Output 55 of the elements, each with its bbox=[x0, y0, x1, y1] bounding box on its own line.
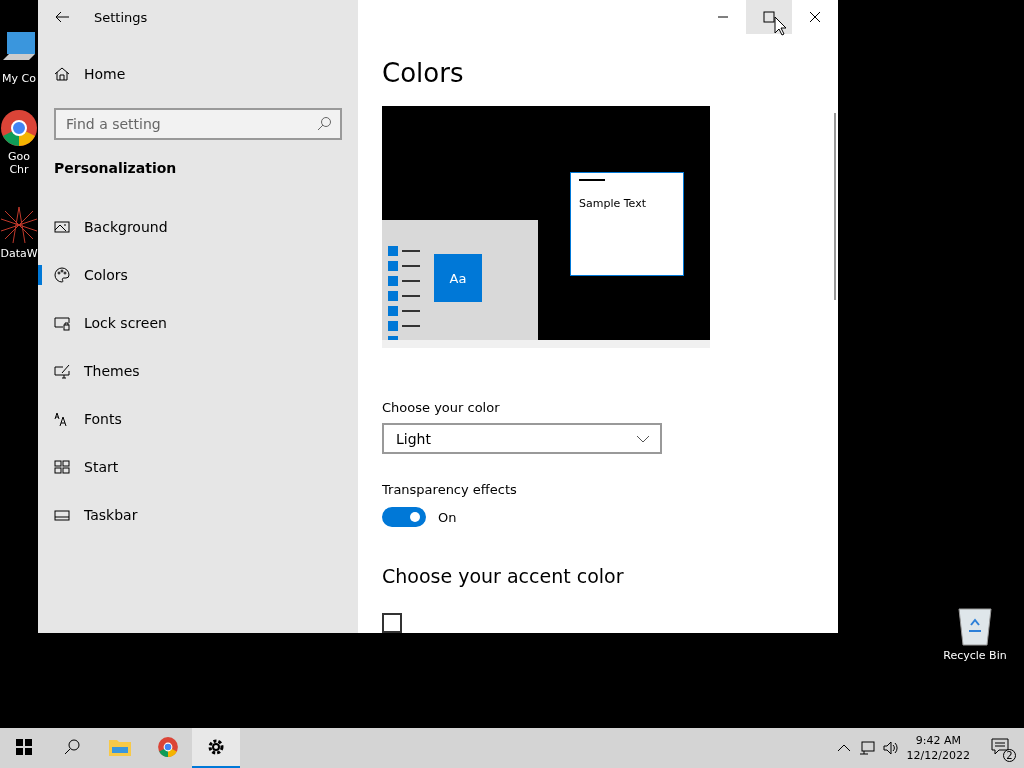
page-title: Colors bbox=[382, 57, 465, 90]
chevron-up-icon[interactable] bbox=[836, 743, 851, 753]
toggle-switch[interactable] bbox=[382, 507, 426, 528]
windows-icon bbox=[16, 739, 32, 755]
taskbar-button[interactable] bbox=[192, 728, 240, 768]
search-icon bbox=[64, 739, 80, 755]
gear-icon bbox=[206, 737, 226, 757]
notification-count: 2 bbox=[1003, 749, 1016, 762]
section-heading: Choose your accent color bbox=[382, 565, 625, 588]
nav-item[interactable]: Fonts bbox=[38, 395, 358, 443]
desktop-icon-label[interactable]: Recycle Bin bbox=[943, 649, 1007, 662]
nav-item[interactable]: Taskbar bbox=[38, 491, 358, 539]
lock-screen-icon bbox=[54, 315, 70, 331]
clock[interactable]: 9:42 AM 12/12/2022 bbox=[906, 733, 970, 763]
picture-frame-icon bbox=[54, 219, 70, 235]
checkbox[interactable] bbox=[382, 613, 402, 633]
taskbar-icon bbox=[54, 507, 70, 523]
nav-item[interactable]: Themes bbox=[38, 347, 358, 395]
tile-label: Aa bbox=[434, 254, 482, 302]
chevron-down-icon bbox=[636, 433, 650, 444]
desktop-icon-label[interactable]: DataW bbox=[0, 247, 38, 260]
cursor-icon bbox=[774, 16, 787, 36]
desktop-icon-label[interactable]: Chr bbox=[9, 163, 29, 176]
back-arrow-icon[interactable] bbox=[54, 9, 70, 25]
sample-text: Sample Text bbox=[579, 197, 646, 210]
nav-item[interactable]: Colors bbox=[38, 251, 358, 299]
search-field[interactable]: Find a setting bbox=[54, 108, 342, 140]
brush-monitor-icon bbox=[54, 363, 70, 379]
network-icon[interactable] bbox=[858, 740, 875, 756]
browser-icon bbox=[157, 736, 179, 758]
desktop-icon-label[interactable]: Goo bbox=[8, 150, 30, 163]
setting-label: Transparency effects bbox=[382, 482, 518, 498]
fonts-icon bbox=[54, 411, 70, 427]
setting-label: Choose your color bbox=[382, 399, 501, 415]
nav-item[interactable]: Start bbox=[38, 443, 358, 491]
start-layout-icon bbox=[54, 459, 70, 475]
nav-item[interactable]: Background bbox=[38, 203, 358, 251]
nav-item[interactable]: Lock screen bbox=[38, 299, 358, 347]
desktop-icon-label[interactable]: My Co bbox=[2, 72, 36, 85]
search-icon bbox=[316, 116, 332, 132]
maximize-icon bbox=[763, 11, 775, 23]
color-dropdown[interactable]: Light bbox=[382, 422, 662, 455]
toggle-state: On bbox=[438, 509, 457, 525]
home-icon bbox=[54, 66, 70, 82]
palette-icon bbox=[54, 267, 70, 283]
close-icon bbox=[809, 11, 821, 23]
home-nav-item[interactable]: Home bbox=[38, 50, 358, 98]
volume-icon[interactable] bbox=[882, 740, 899, 756]
window-title: Settings bbox=[94, 9, 148, 25]
browser-icon bbox=[0, 108, 38, 148]
scrollbar[interactable] bbox=[834, 113, 836, 300]
maximize-button[interactable] bbox=[746, 0, 792, 34]
star-shape-icon bbox=[0, 205, 38, 245]
section-heading: Personalization bbox=[54, 160, 177, 176]
folder-icon bbox=[108, 737, 132, 757]
